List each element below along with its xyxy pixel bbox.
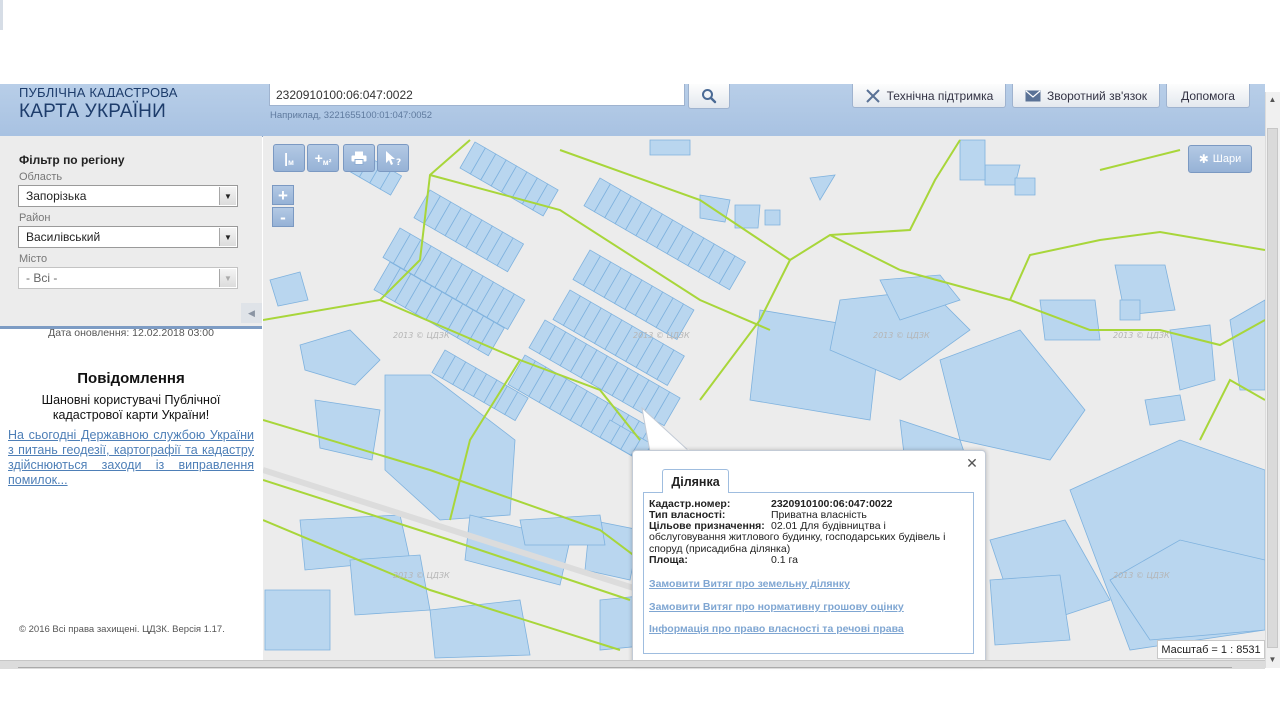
misto-select[interactable]: - Всі - ▼	[18, 267, 238, 289]
parcel	[734, 204, 761, 229]
misto-value: - Всі -	[26, 271, 58, 285]
close-icon[interactable]: ✕	[964, 455, 980, 471]
purpose-value-rest: обслуговування житлового будинку, господ…	[649, 531, 946, 555]
tech-support-label: Технічна підтримка	[886, 88, 994, 103]
measure-distance-button[interactable]: | м	[273, 144, 305, 172]
map-watermark: 2013 © ЦДЗК	[1113, 571, 1170, 580]
map-watermark: 2013 © ЦДЗК	[393, 331, 450, 340]
help-label: Допомога	[1181, 88, 1235, 103]
raion-label: Район	[19, 212, 51, 224]
order-parcel-extract-link[interactable]: Замовити Витяг про земельну ділянку	[649, 578, 850, 590]
news-title: Повідомлення	[77, 370, 185, 387]
map-toolbar: | м + м² ?	[273, 144, 409, 172]
parcel	[649, 139, 691, 156]
scrollbar-thumb[interactable]	[1267, 128, 1278, 648]
zoom-out-button[interactable]: -	[272, 207, 294, 227]
window-edge	[0, 0, 3, 30]
bottom-divider	[18, 667, 1232, 668]
printer-icon	[351, 151, 367, 165]
layers-label: Шари	[1212, 153, 1242, 165]
scale-indicator: Масштаб = 1 : 8531	[1157, 640, 1265, 659]
svg-text:?: ?	[396, 158, 401, 166]
help-button[interactable]: Допомога	[1166, 84, 1250, 108]
map-watermark: 2013 © ЦДЗК	[873, 331, 930, 340]
parcel	[264, 589, 331, 651]
search-button[interactable]	[688, 84, 730, 109]
chevron-left-icon: ◀	[248, 307, 255, 318]
scroll-down-icon[interactable]: ▼	[1265, 652, 1280, 666]
dropdown-arrow-icon[interactable]: ▼	[219, 269, 236, 287]
tech-support-button[interactable]: Технічна підтримка	[852, 84, 1006, 108]
ownership-info-link[interactable]: Інформація про право власності та речові…	[649, 623, 904, 635]
search-icon	[702, 89, 717, 104]
raion-select[interactable]: Василівський ▼	[18, 226, 238, 248]
logo-subtitle[interactable]: ПУБЛІЧНА КАДАСТРОВА	[19, 85, 178, 97]
minus-icon: -	[280, 207, 286, 227]
print-button[interactable]	[343, 144, 375, 172]
logo-title[interactable]: КАРТА УКРАЇНИ	[19, 101, 166, 123]
filter-title: Фільтр по регіону	[19, 153, 125, 167]
parcel	[959, 139, 986, 181]
order-valuation-extract-link[interactable]: Замовити Витяг про нормативну грошову оц…	[649, 601, 904, 613]
envelope-icon	[1025, 90, 1041, 101]
oblast-value: Запорізька	[26, 189, 87, 203]
collapse-panel-button[interactable]: ◀	[241, 303, 262, 323]
map-watermark: 2013 © ЦДЗК	[393, 571, 450, 580]
parcel	[1039, 299, 1101, 341]
parcel	[764, 209, 781, 226]
parcel	[429, 599, 531, 659]
news-greeting: Шановні користувачі Публічної кадастрово…	[41, 393, 221, 422]
parcel	[989, 574, 1071, 646]
area-value: 0.1 га	[771, 554, 798, 566]
cursor-question-icon: ?	[386, 151, 401, 166]
map-watermark: 2013 © ЦДЗК	[633, 331, 690, 340]
misto-label: Місто	[19, 253, 48, 265]
zoom-in-button[interactable]: +	[272, 185, 294, 205]
measure-distance-unit: м	[288, 157, 294, 167]
oblast-label: Область	[19, 171, 63, 183]
raion-value: Василівський	[26, 230, 101, 244]
dropdown-arrow-icon[interactable]: ▼	[219, 228, 236, 246]
feedback-button[interactable]: Зворотний зв'язок	[1012, 84, 1160, 108]
copyright: © 2016 Всі права захищені. ЦДЗК. Версія …	[19, 624, 225, 635]
news-link[interactable]: На сьогодні Державною службою України з …	[8, 428, 254, 488]
measure-area-button[interactable]: + м²	[307, 144, 339, 172]
search-hint: Наприклад, 3221655100:01:047:0052	[270, 110, 433, 121]
measure-area-unit: м²	[322, 157, 332, 167]
oblast-select[interactable]: Запорізька ▼	[18, 185, 238, 207]
ruler-icon: +	[314, 150, 323, 166]
top-blank-area	[0, 0, 1280, 92]
plus-icon: +	[278, 185, 288, 205]
feedback-label: Зворотний зв'язок	[1046, 88, 1148, 103]
cadastral-search-input[interactable]	[269, 84, 685, 106]
area-label: Площа:	[649, 554, 688, 566]
layers-button[interactable]: ✱ Шари	[1188, 145, 1252, 173]
update-date: Дата оновлення: 12.02.2018 03:00	[48, 327, 214, 339]
parcel	[1119, 299, 1141, 321]
parcel	[519, 514, 606, 546]
tab-parcel[interactable]: Ділянка	[662, 469, 729, 493]
map-watermark: 2013 © ЦДЗК	[1113, 331, 1170, 340]
gear-icon: ✱	[1198, 152, 1209, 166]
scroll-up-icon[interactable]: ▲	[1265, 92, 1280, 106]
parcel	[1144, 394, 1186, 426]
parcel	[1014, 177, 1036, 196]
identify-button[interactable]: ?	[377, 144, 409, 172]
dropdown-arrow-icon[interactable]: ▼	[219, 187, 236, 205]
tools-icon	[865, 88, 880, 103]
